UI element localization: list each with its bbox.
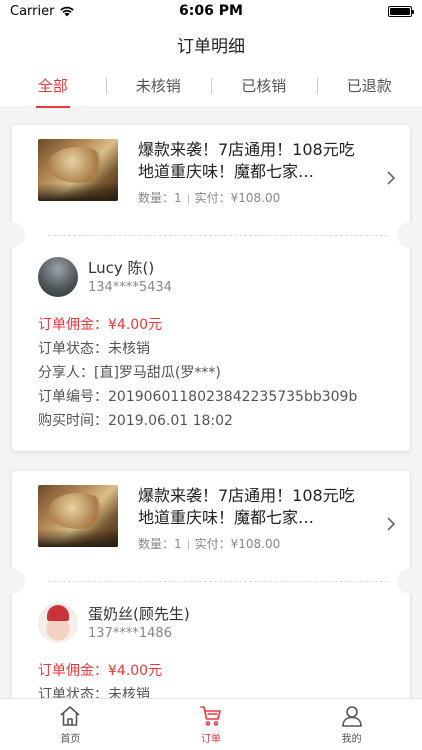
product-thumbnail: [38, 139, 118, 201]
order-commission: 订单佣金：¥4.00元: [38, 663, 163, 679]
meta-divider: [187, 539, 189, 550]
status-bar: Carrier 6:06 PM: [0, 0, 422, 22]
product-info: 爆款来袭！7店通用！108元吃地道重庆味！魔都七家… 数量：1 实付：¥108.0…: [138, 485, 360, 581]
ticket-notch-left: [0, 568, 25, 594]
carrier-label: Carrier: [10, 3, 55, 19]
buyer-name: 蛋奶丝(顾先生): [88, 604, 190, 623]
product-quantity: 数量：1: [138, 191, 182, 205]
order-sharer: 分享人：[直]罗马甜瓜(罗***): [38, 365, 221, 381]
buyer-info: Lucy 陈() 134****5434: [88, 258, 172, 297]
ticket-divider: [48, 581, 388, 582]
buyer-row: 蛋奶丝(顾先生) 137****1486: [38, 603, 398, 643]
product-thumbnail: [38, 485, 118, 547]
buyer-phone: 137****1486: [88, 625, 172, 641]
bottom-tab-bar: 首页 订单 我的: [0, 698, 422, 750]
product-meta: 数量：1 实付：¥108.00: [138, 189, 360, 206]
buyer-row: Lucy 陈() 134****5434: [38, 257, 398, 297]
buyer-phone: 134****5434: [88, 279, 172, 295]
filter-tabs: 全部 未核销 已核销 已退款: [0, 66, 422, 108]
order-detail-lines: 订单佣金：¥4.00元 订单状态：未核销 分享人：[直]罗马甜瓜(罗***) 订…: [38, 313, 398, 433]
order-purchase-time: 购买时间：2019.06.01 18:02: [38, 413, 233, 429]
battery-icon: [388, 5, 414, 17]
product-title: 爆款来袭！7店通用！108元吃地道重庆味！魔都七家…: [138, 140, 355, 181]
order-product[interactable]: 爆款来袭！7店通用！108元吃地道重庆味！魔都七家… 数量：1 实付：¥108.0…: [12, 471, 410, 581]
tabbar-home[interactable]: 首页: [0, 699, 141, 750]
meta-divider: [187, 193, 189, 204]
tabbar-profile[interactable]: 我的: [281, 699, 422, 750]
ticket-notch-right: [397, 222, 422, 248]
product-paid: 实付：¥108.00: [194, 537, 281, 551]
status-left: Carrier: [10, 4, 75, 19]
buyer-info: 蛋奶丝(顾先生) 137****1486: [88, 604, 190, 643]
tabbar-home-label: 首页: [60, 734, 81, 745]
nav-bar: 订单明细: [0, 22, 422, 66]
tab-all[interactable]: 全部: [0, 66, 106, 108]
ticket-notch-right: [397, 568, 422, 594]
buyer-name: Lucy 陈(): [88, 258, 155, 277]
order-card: 爆款来袭！7店通用！108元吃地道重庆味！魔都七家… 数量：1 实付：¥108.0…: [0, 125, 422, 451]
order-details: Lucy 陈() 134****5434 订单佣金：¥4.00元 订单状态：未核…: [12, 235, 410, 451]
tab-refunded[interactable]: 已退款: [316, 66, 422, 108]
product-title: 爆款来袭！7店通用！108元吃地道重庆味！魔都七家…: [138, 486, 355, 527]
cart-icon: [200, 706, 221, 726]
product-paid: 实付：¥108.00: [194, 191, 281, 205]
home-icon: [60, 706, 80, 726]
tab-unverified[interactable]: 未核销: [105, 66, 212, 108]
order-number: 订单编号：2019060118023842235735bb309b: [38, 389, 358, 405]
tab-verified[interactable]: 已核销: [211, 66, 317, 108]
page-title: 订单明细: [177, 36, 245, 57]
chevron-right-icon[interactable]: [386, 515, 396, 535]
product-info: 爆款来袭！7店通用！108元吃地道重庆味！魔都七家… 数量：1 实付：¥108.0…: [138, 139, 360, 235]
avatar: [38, 603, 78, 643]
tabbar-profile-label: 我的: [341, 734, 362, 745]
order-commission: 订单佣金：¥4.00元: [38, 317, 163, 333]
tabbar-orders-label: 订单: [201, 734, 221, 745]
order-detail-lines: 订单佣金：¥4.00元 订单状态：未核销: [38, 659, 398, 698]
tabbar-orders[interactable]: 订单: [141, 699, 282, 750]
product-meta: 数量：1 实付：¥108.00: [138, 535, 360, 552]
ticket-notch-left: [0, 222, 25, 248]
wifi-icon: [59, 5, 75, 17]
ticket-divider: [48, 235, 388, 236]
chevron-right-icon[interactable]: [386, 169, 396, 189]
order-status: 订单状态：未核销: [38, 341, 150, 357]
product-quantity: 数量：1: [138, 537, 182, 551]
user-icon: [341, 706, 362, 727]
order-card: 爆款来袭！7店通用！108元吃地道重庆味！魔都七家… 数量：1 实付：¥108.0…: [0, 471, 422, 698]
avatar: [38, 257, 78, 297]
order-status: 订单状态：未核销: [38, 687, 150, 698]
order-product[interactable]: 爆款来袭！7店通用！108元吃地道重庆味！魔都七家… 数量：1 实付：¥108.0…: [12, 125, 410, 235]
order-list[interactable]: 爆款来袭！7店通用！108元吃地道重庆味！魔都七家… 数量：1 实付：¥108.0…: [0, 108, 422, 698]
order-details: 蛋奶丝(顾先生) 137****1486 订单佣金：¥4.00元 订单状态：未核…: [12, 581, 410, 698]
